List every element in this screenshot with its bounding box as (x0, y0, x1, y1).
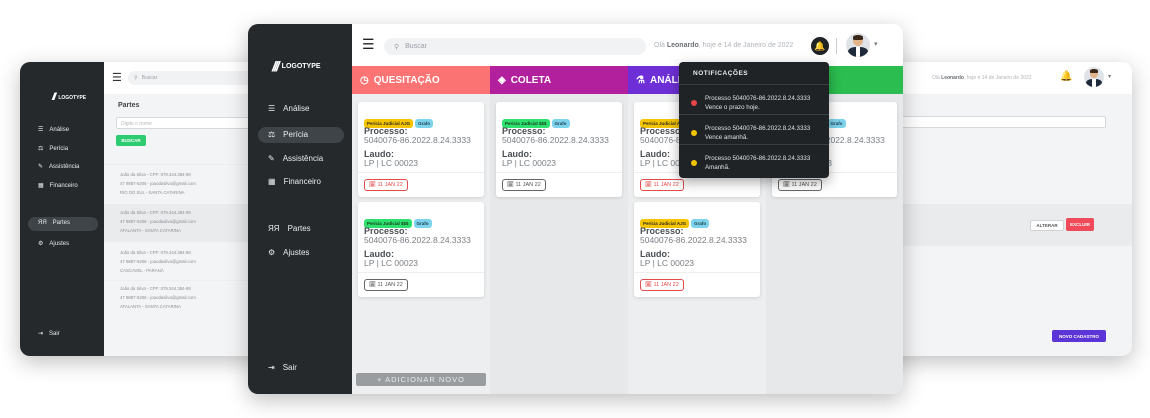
alter-button[interactable]: ALTERAR (1030, 220, 1064, 231)
column-quesitacao: ◷ QUESITAÇÃO Perícia Judicial AJG Grafo Pr… (352, 66, 490, 394)
logo-mark-icon: /// (272, 58, 280, 74)
sidebar-item-assistencia[interactable]: ✎ Assistência (38, 163, 79, 171)
list-item[interactable]: João da Silva - CPF: 079.344.384-98 47 98… (120, 284, 196, 311)
input-field[interactable] (900, 116, 1106, 128)
main-topbar: ☰ ⚲ Buscar Olá Leonardo, hoje é 14 de Jan… (352, 24, 903, 66)
sidebar-item-sair[interactable]: ⇥ Sair (268, 363, 297, 372)
list-item[interactable]: João da Silva - CPF: 079.344.384-98 47 98… (120, 170, 196, 197)
sidebar-item-ajustes[interactable]: ⚙ Ajustes (268, 248, 309, 257)
sidebar-item-partes[interactable]: ЯЯ Partes (38, 220, 70, 226)
bell-icon[interactable]: 🔔 (811, 37, 829, 55)
sidebar-item-financeiro[interactable]: ▦ Financeiro (268, 177, 321, 186)
menu-icon[interactable]: ☰ (362, 36, 375, 53)
process-card[interactable]: Perícia Judicial AJG Grafo Processo: 50400… (634, 202, 760, 297)
notification-item[interactable]: Processo 5040076-86.2022.8.24.3333 Amanhã… (679, 144, 829, 180)
sidebar-item-pericia[interactable]: ⚖ Perícia (38, 145, 68, 153)
status-dot-yellow (691, 159, 697, 166)
list-item[interactable]: João da Silva - CPF: 079.344.384-98 47 98… (120, 208, 196, 235)
column-coleta: ◈ COLETA Perícia Judicial $$$ Grafo Proces… (490, 66, 628, 394)
greeting-text: Olá Leonardo, hoje é 14 de Janeiro de 20… (932, 75, 1032, 81)
avatar[interactable] (1084, 67, 1104, 87)
sidebar-item-analise[interactable]: ☰ Análise (268, 104, 309, 113)
logo-mark-icon: /// (52, 92, 57, 103)
people-icon: ЯЯ (38, 220, 47, 226)
delete-button[interactable]: EXCLUIR (1066, 218, 1094, 231)
avatar[interactable] (846, 33, 870, 57)
left-sidebar: /// LOGOTYPE ☰ Análise ⚖ Perícia ✎ Assistên… (20, 62, 104, 356)
flask-icon: ⚗ (636, 74, 645, 86)
new-register-button[interactable]: NOVO CADASTRO (1052, 330, 1106, 342)
finance-icon: ▦ (38, 183, 44, 189)
sidebar-item-partes[interactable]: ЯЯ Partes (268, 224, 311, 233)
section-title: Partes (118, 102, 140, 109)
list-icon: ☰ (268, 104, 276, 113)
search-icon: ⚲ (134, 75, 138, 81)
clock-icon: ◷ (360, 74, 369, 86)
divider (634, 272, 760, 273)
box-icon: ◈ (498, 74, 506, 86)
logo: /// LOGOTYPE (52, 92, 87, 103)
main-window: /// LOGOTYPE ☰ Análise ⚖ Perícia ✎ Assistên… (248, 24, 903, 394)
logo: /// LOGOTYPE (272, 58, 321, 74)
status-dot-yellow (691, 129, 697, 136)
edit-icon: ✎ (268, 154, 275, 163)
due-date-badge: 🗓 11 JAN 22 (364, 279, 408, 291)
bell-icon[interactable]: 🔔 (1060, 71, 1072, 82)
sidebar-item-sair[interactable]: ⇥ Sair (38, 330, 60, 338)
process-card[interactable]: Perícia Judicial AJG Grafo Processo: 50400… (358, 102, 484, 197)
greeting-text: Olá Leonardo, hoje é 14 de Janeiro de 20… (654, 42, 794, 49)
divider (358, 172, 484, 173)
logout-icon: ⇥ (38, 331, 44, 337)
gavel-icon: ⚖ (38, 146, 44, 152)
status-dot-red (691, 99, 697, 106)
due-date-badge: 🗓 11 JAN 22 (640, 179, 684, 191)
due-date-badge: 🗓 11 JAN 22 (640, 279, 684, 291)
gear-icon: ⚙ (268, 248, 276, 257)
sidebar-item-ajustes[interactable]: ⚙ Ajustes (38, 240, 69, 248)
main-sidebar: /// LOGOTYPE ☰ Análise ⚖ Perícia ✎ Assistên… (248, 24, 352, 394)
list-icon: ☰ (38, 127, 44, 133)
notifications-dropdown: NOTIFICAÇÕES Processo 5040076-86.2022.8.… (679, 62, 829, 178)
column-header-coleta: ◈ COLETA (490, 66, 628, 94)
divider (836, 38, 837, 54)
list-item[interactable]: João da Silva - CPF: 079.344.384-98 47 98… (120, 248, 196, 275)
due-date-badge: 🗓 11 JAN 22 (502, 179, 546, 191)
sidebar-item-pericia[interactable]: ⚖ Perícia (268, 130, 308, 139)
logout-icon: ⇥ (268, 363, 275, 372)
process-card[interactable]: Perícia Judicial $$$Grafo Processo:50400… (358, 202, 484, 297)
search-input[interactable]: ⚲ Buscar (384, 38, 646, 55)
selected-row-bg (900, 204, 1132, 246)
edit-icon: ✎ (38, 164, 44, 170)
sidebar-item-financeiro[interactable]: ▦ Financeiro (38, 182, 78, 190)
sidebar-item-assistencia[interactable]: ✎ Assistência (268, 154, 323, 163)
chevron-down-icon[interactable]: ▾ (874, 40, 878, 48)
sidebar-item-analise[interactable]: ☰ Análise (38, 126, 69, 134)
gavel-icon: ⚖ (268, 130, 276, 139)
finance-icon: ▦ (268, 177, 276, 186)
notifications-title: NOTIFICAÇÕES (693, 70, 749, 77)
due-date-badge: 🗓 11 JAN 22 (778, 179, 822, 191)
divider (496, 172, 622, 173)
process-card[interactable]: Perícia Judicial $$$Grafo Processo:50400… (496, 102, 622, 197)
divider (358, 272, 484, 273)
add-new-button[interactable]: + ADICIONAR NOVO (356, 373, 486, 386)
menu-icon[interactable]: ☰ (112, 71, 122, 84)
people-icon: ЯЯ (268, 224, 280, 233)
gear-icon: ⚙ (38, 241, 44, 247)
chevron-down-icon[interactable]: ▾ (1108, 73, 1111, 80)
column-header-quesitacao: ◷ QUESITAÇÃO (352, 66, 490, 94)
search-icon: ⚲ (394, 43, 400, 51)
due-date-badge: 🗓 11 JAN 22 (364, 179, 408, 191)
search-button[interactable]: BUSCAR (116, 135, 146, 146)
